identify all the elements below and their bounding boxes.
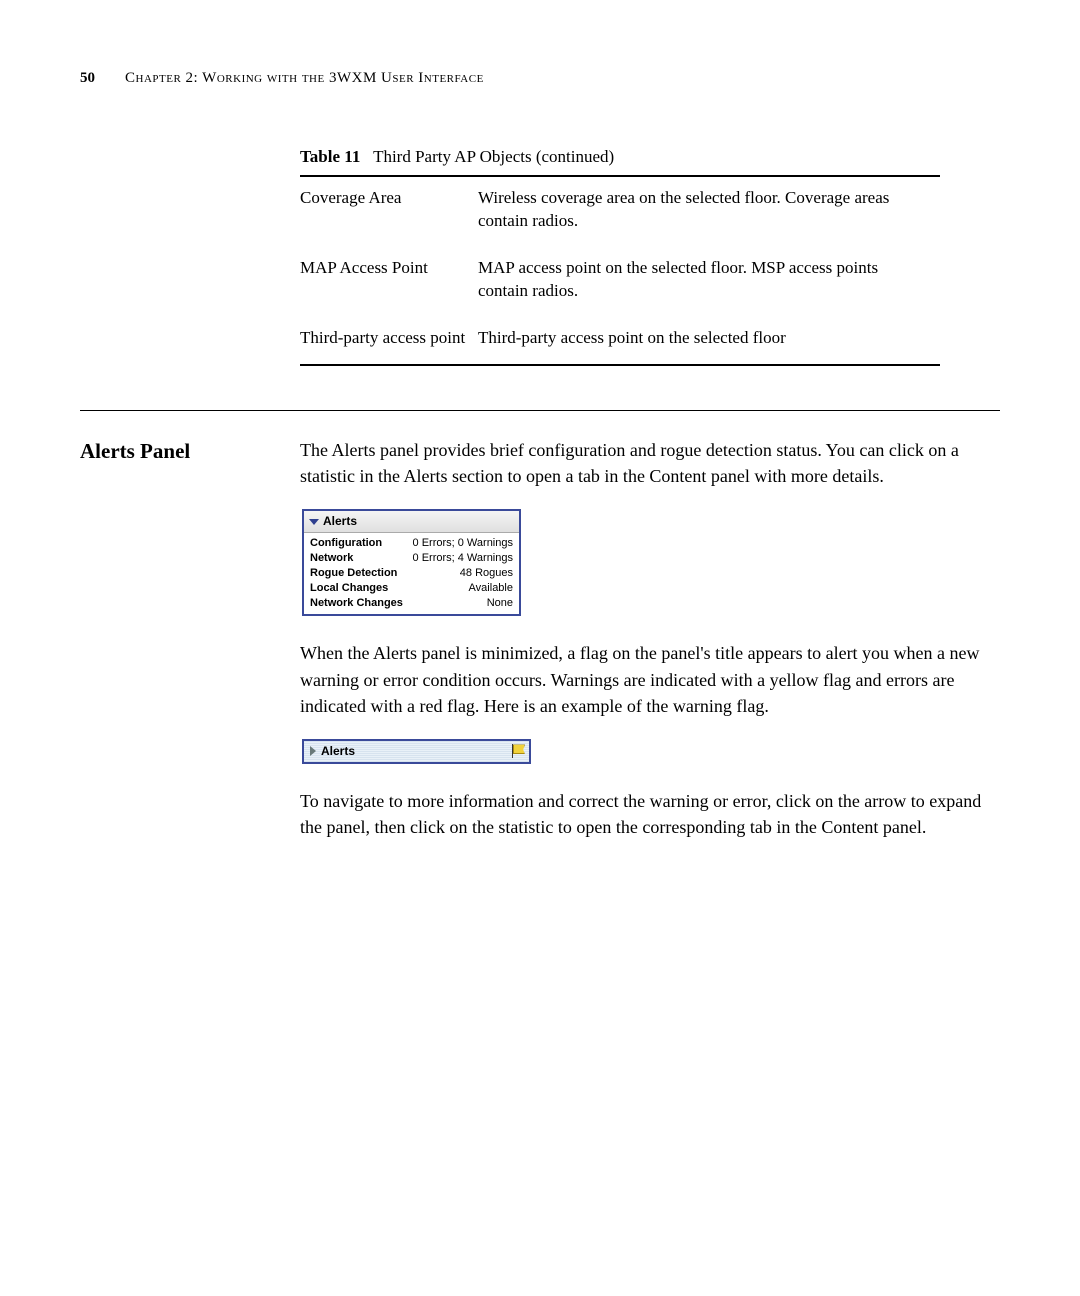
collapse-arrow-icon — [309, 519, 319, 525]
section-divider — [80, 410, 1000, 411]
alerts-stat-value: Available — [469, 581, 513, 596]
alerts-stat-label: Configuration — [310, 536, 382, 551]
alerts-panel-expanded: Alerts Configuration 0 Errors; 0 Warning… — [302, 509, 521, 617]
table-row: Third-party access point Third-party acc… — [300, 317, 940, 365]
alerts-stat-label: Rogue Detection — [310, 566, 397, 581]
alerts-stat-value: None — [487, 596, 513, 611]
alerts-stat-label: Network Changes — [310, 596, 403, 611]
alerts-stat-label: Local Changes — [310, 581, 388, 596]
alerts-stat-row[interactable]: Network 0 Errors; 4 Warnings — [310, 551, 513, 566]
page-header: 50 Chapter 2: Working with the 3WXM User… — [80, 70, 1000, 87]
cell-name: Coverage Area — [300, 176, 478, 247]
chapter-title: Chapter 2: Working with the 3WXM User In… — [125, 70, 484, 87]
section-heading: Alerts Panel — [80, 437, 300, 861]
alerts-panel-title: Alerts — [323, 513, 357, 530]
table-row: MAP Access Point MAP access point on the… — [300, 247, 940, 317]
paragraph: When the Alerts panel is minimized, a fl… — [300, 640, 1000, 718]
table-row: Coverage Area Wireless coverage area on … — [300, 176, 940, 247]
alerts-panel-body: Configuration 0 Errors; 0 Warnings Netwo… — [304, 533, 519, 614]
alerts-stat-row[interactable]: Rogue Detection 48 Rogues — [310, 566, 513, 581]
alerts-stat-value: 48 Rogues — [460, 566, 513, 581]
alerts-titlebar[interactable]: Alerts — [304, 511, 519, 533]
alerts-panel-minimized[interactable]: Alerts — [302, 739, 531, 764]
alerts-stat-row[interactable]: Local Changes Available — [310, 581, 513, 596]
document-page: 50 Chapter 2: Working with the 3WXM User… — [0, 0, 1080, 920]
alerts-stat-label: Network — [310, 551, 353, 566]
alerts-panel-title: Alerts — [321, 743, 355, 760]
section-body: The Alerts panel provides brief configur… — [300, 437, 1000, 861]
third-party-ap-table: Coverage Area Wireless coverage area on … — [300, 175, 940, 366]
page-number: 50 — [80, 70, 95, 87]
alerts-stat-row[interactable]: Network Changes None — [310, 596, 513, 611]
table-title: Third Party AP Objects (continued) — [373, 147, 614, 166]
table-block: Table 11 Third Party AP Objects (continu… — [300, 147, 1000, 366]
alerts-stat-value: 0 Errors; 0 Warnings — [413, 536, 513, 551]
paragraph: The Alerts panel provides brief configur… — [300, 437, 1000, 489]
cell-name: MAP Access Point — [300, 247, 478, 317]
cell-desc: Wireless coverage area on the selected f… — [478, 176, 940, 247]
alerts-section: Alerts Panel The Alerts panel provides b… — [80, 437, 1000, 861]
table-number: Table 11 — [300, 147, 360, 166]
cell-name: Third-party access point — [300, 317, 478, 365]
expand-arrow-icon — [310, 746, 316, 756]
cell-desc: MAP access point on the selected floor. … — [478, 247, 940, 317]
paragraph: To navigate to more information and corr… — [300, 788, 1000, 840]
alerts-stat-value: 0 Errors; 4 Warnings — [413, 551, 513, 566]
warning-flag-icon — [511, 744, 525, 758]
table-caption: Table 11 Third Party AP Objects (continu… — [300, 147, 1000, 167]
cell-desc: Third-party access point on the selected… — [478, 317, 940, 365]
alerts-stat-row[interactable]: Configuration 0 Errors; 0 Warnings — [310, 536, 513, 551]
